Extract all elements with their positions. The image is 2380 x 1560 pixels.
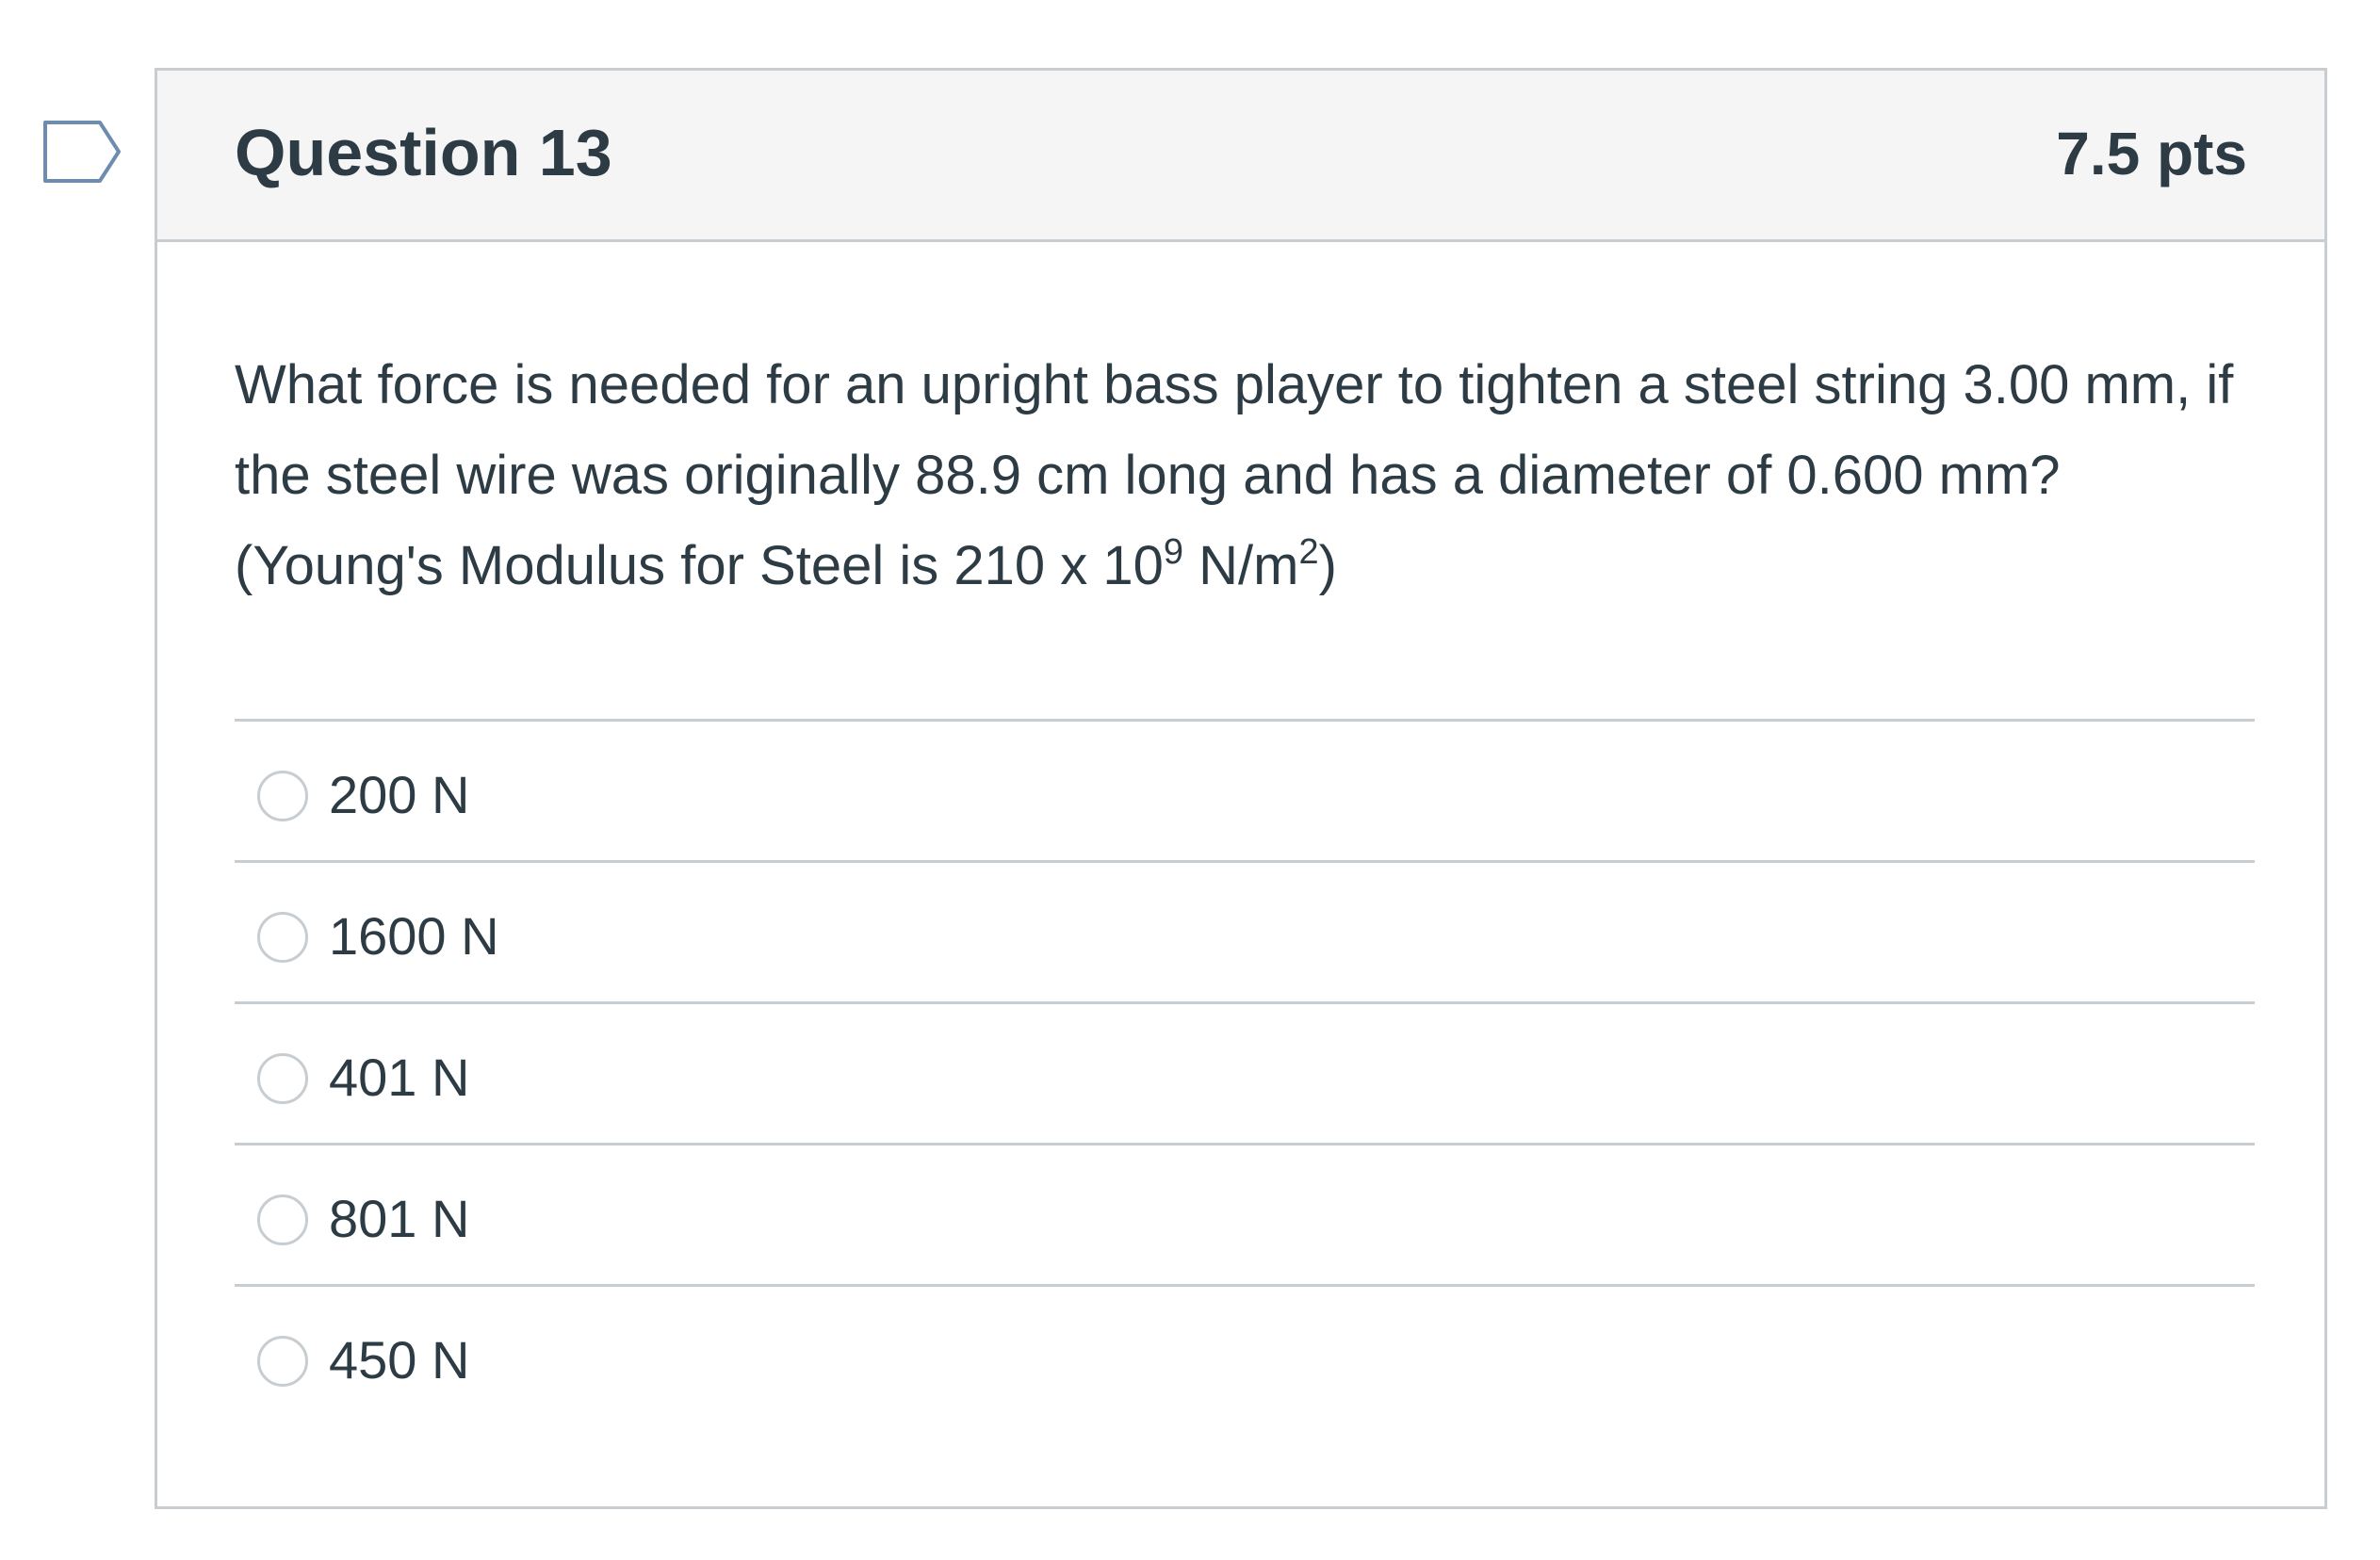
answer-label[interactable]: 801 N [329, 1189, 469, 1249]
question-title: Question 13 [235, 116, 612, 189]
question-text-unit-exponent: 2 [1298, 532, 1319, 572]
radio-button[interactable] [257, 1053, 308, 1104]
answer-option[interactable]: 1600 N [235, 860, 2255, 1001]
answer-label[interactable]: 1600 N [329, 906, 499, 967]
radio-button[interactable] [257, 912, 308, 963]
question-text-end: ) [1318, 535, 1337, 596]
answer-option[interactable]: 801 N [235, 1143, 2255, 1284]
question-card: Question 13 7.5 pts What force is needed… [155, 68, 2327, 1509]
flag-icon[interactable] [41, 119, 122, 185]
radio-button[interactable] [257, 771, 308, 821]
radio-button[interactable] [257, 1336, 308, 1387]
answer-list: 200 N 1600 N 401 N 801 N 450 N [235, 719, 2255, 1425]
question-points: 7.5 pts [2056, 120, 2247, 187]
answer-option[interactable]: 450 N [235, 1284, 2255, 1425]
question-header: Question 13 7.5 pts [157, 71, 2324, 242]
question-text: What force is needed for an upright bass… [235, 340, 2260, 611]
answer-label[interactable]: 450 N [329, 1330, 469, 1390]
answer-label[interactable]: 200 N [329, 765, 469, 825]
answer-option[interactable]: 200 N [235, 719, 2255, 860]
answer-label[interactable]: 401 N [329, 1048, 469, 1108]
question-text-exponent: 9 [1163, 532, 1183, 572]
answer-option[interactable]: 401 N [235, 1001, 2255, 1143]
question-text-unit: N/m [1183, 535, 1299, 596]
radio-button[interactable] [257, 1194, 308, 1245]
